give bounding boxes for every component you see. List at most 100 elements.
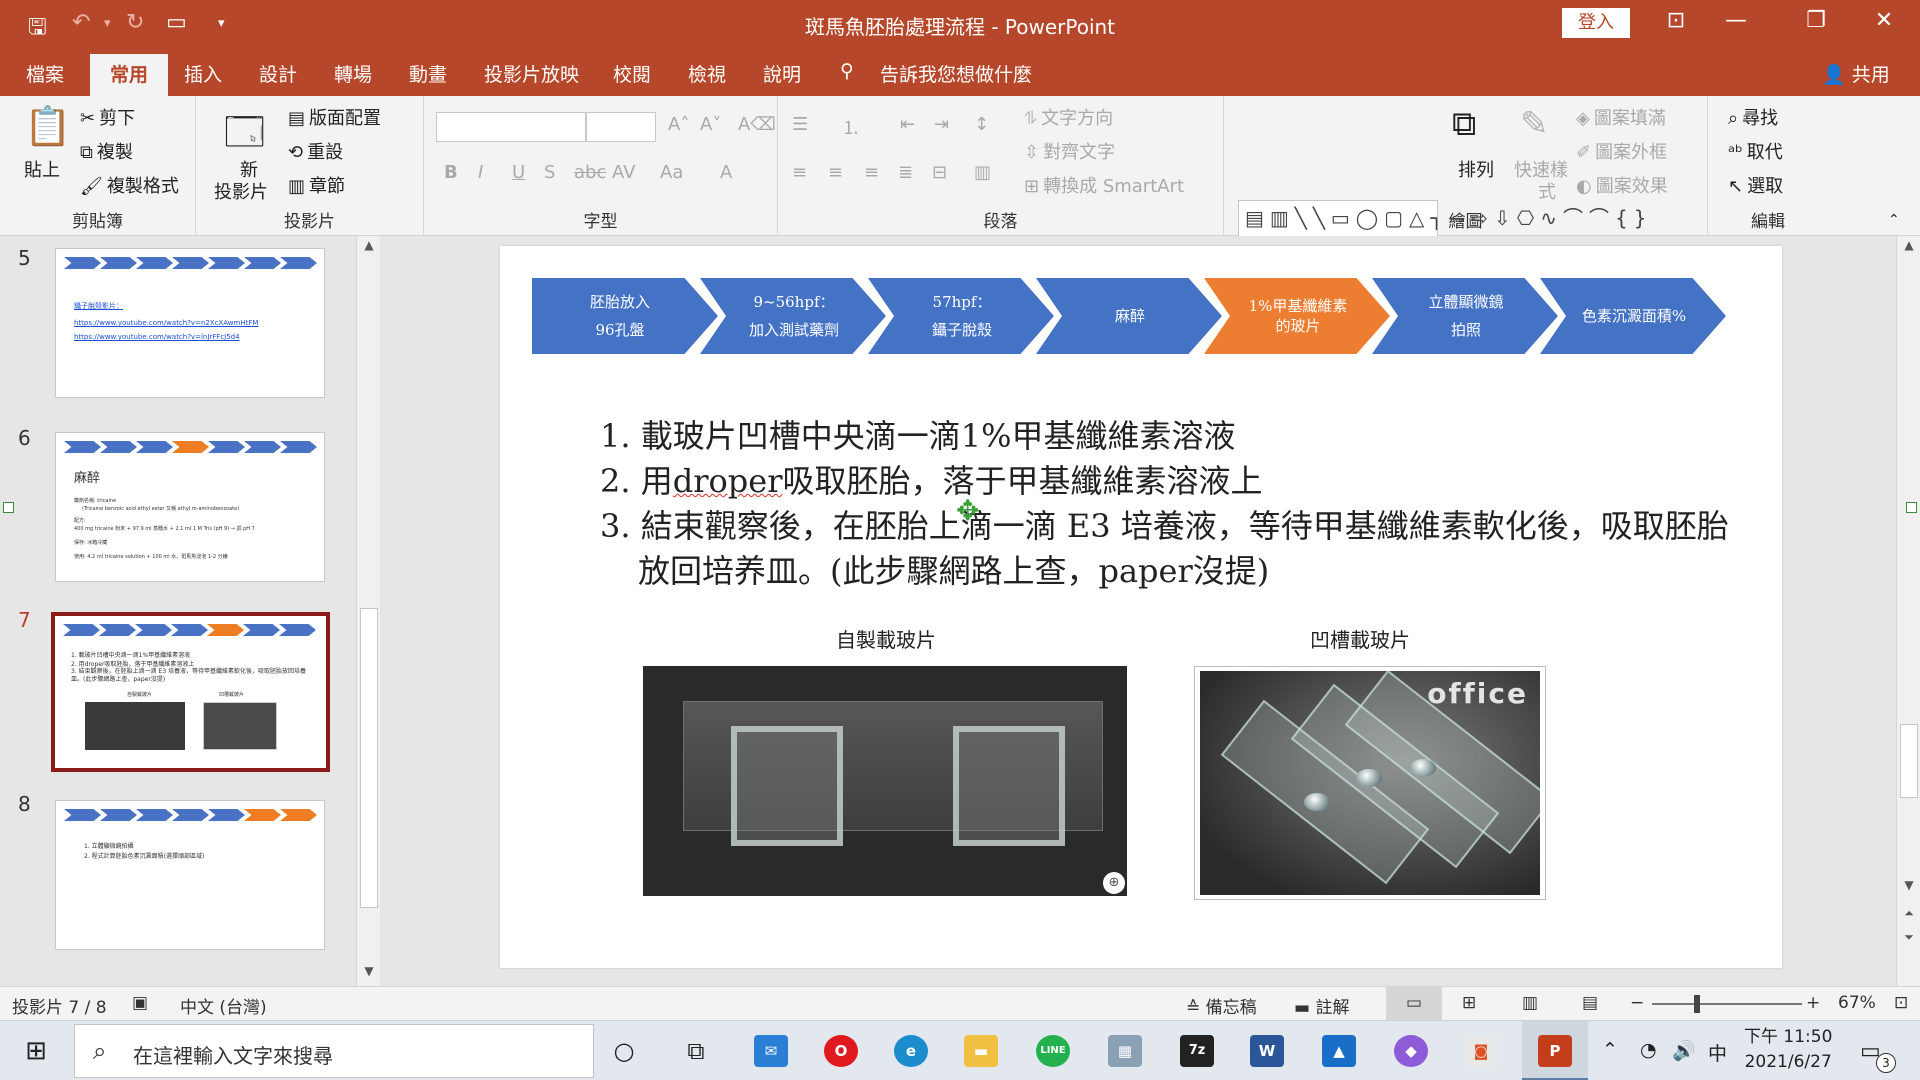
restore-icon[interactable]: ❐: [1796, 8, 1836, 33]
tab-design[interactable]: 設計: [259, 60, 297, 87]
zoom-out-icon[interactable]: −: [1630, 993, 1644, 1013]
flow-step-2[interactable]: 9~56hpf： 加入測試藥劑: [700, 278, 886, 354]
line-spacing-icon[interactable]: ↕: [974, 114, 989, 135]
login-button[interactable]: 登入: [1562, 8, 1630, 38]
align-center-icon[interactable]: ≡: [828, 162, 843, 183]
bold-icon[interactable]: B: [444, 162, 458, 183]
replace-button[interactable]: ᵃᵇ 取代: [1728, 138, 1783, 164]
current-slide[interactable]: 胚胎放入 96孔盤 9~56hpf： 加入測試藥劑 57hpf： 鑷子脫殼 麻醉…: [500, 246, 1782, 968]
arrange-icon[interactable]: ⧉: [1452, 104, 1476, 144]
cortana-icon[interactable]: ○: [604, 1033, 644, 1069]
flow-step-1[interactable]: 胚胎放入 96孔盤: [532, 278, 718, 354]
tab-help[interactable]: 說明: [763, 60, 801, 87]
shape-outline-button[interactable]: ✐ 圖案外框: [1576, 138, 1667, 164]
tab-home[interactable]: 常用: [90, 54, 169, 96]
tab-view[interactable]: 檢視: [688, 60, 726, 87]
ribbon-display-options-icon[interactable]: ⊡: [1656, 8, 1696, 33]
task-view-icon[interactable]: ⧉: [676, 1033, 716, 1069]
concave-slide-photo[interactable]: office: [1194, 666, 1546, 900]
selection-handle[interactable]: [3, 502, 14, 513]
shape-effects-button[interactable]: ◐ 圖案效果: [1576, 172, 1668, 198]
bullets-icon[interactable]: ☰: [792, 114, 808, 135]
reading-view-icon[interactable]: ▥: [1522, 993, 1538, 1013]
7zip-icon[interactable]: 7z: [1180, 1035, 1214, 1067]
photos-icon[interactable]: ▲: [1322, 1035, 1356, 1067]
font-size-combo[interactable]: [586, 112, 656, 142]
previous-slide-icon[interactable]: ⏶: [1897, 906, 1920, 926]
zoom-slider[interactable]: [1652, 995, 1802, 1013]
notes-button[interactable]: ≙ 備忘稿: [1186, 993, 1257, 1018]
layout-button[interactable]: ▤ 版面配置: [288, 104, 381, 130]
comments-button[interactable]: ▬ 註解: [1294, 993, 1349, 1018]
tab-file[interactable]: 檔案: [26, 60, 64, 87]
monitor-app-icon[interactable]: ▦: [1108, 1035, 1142, 1067]
flow-step-7[interactable]: 色素沉澱面積%: [1540, 278, 1726, 354]
scrollbar-thumb[interactable]: [360, 608, 378, 908]
italic-icon[interactable]: I: [478, 162, 483, 183]
find-button[interactable]: ⌕ 尋找: [1728, 104, 1778, 130]
zoom-in-icon[interactable]: +: [1806, 993, 1820, 1013]
increase-indent-icon[interactable]: ⇥: [934, 114, 949, 135]
flow-step-5[interactable]: 1%甲基纖維素 的玻片: [1204, 278, 1390, 354]
cut-button[interactable]: ✂ 剪下: [80, 104, 135, 130]
tab-animations[interactable]: 動畫: [409, 60, 447, 87]
font-color-icon[interactable]: A: [720, 162, 732, 183]
taskbar-search-box[interactable]: ⌕ 在這裡輸入文字來搜尋: [74, 1024, 594, 1078]
scroll-down-icon[interactable]: ▼: [357, 964, 381, 984]
slide-scrollbar[interactable]: ▲ ▼ ⏶ ⏷: [1896, 236, 1920, 986]
tell-me-search[interactable]: 告訴我您想做什麼: [880, 60, 1032, 87]
quick-styles-label-2[interactable]: 式: [1538, 178, 1556, 204]
quick-styles-icon[interactable]: ✎: [1520, 104, 1549, 144]
fit-slide-icon[interactable]: ⊡: [1894, 993, 1908, 1013]
word-icon[interactable]: W: [1250, 1035, 1284, 1067]
normal-view-icon[interactable]: ▭: [1386, 987, 1442, 1020]
taskbar-active-app[interactable]: P: [1522, 1021, 1588, 1080]
increase-font-icon[interactable]: A˄: [668, 114, 689, 135]
shadow-icon[interactable]: S: [544, 162, 555, 183]
text-direction-button[interactable]: ⥮ 文字方向: [1024, 104, 1113, 130]
network-icon[interactable]: ◔: [1640, 1039, 1657, 1061]
show-hidden-icons-icon[interactable]: ⌃: [1602, 1039, 1618, 1061]
layout-options-icon[interactable]: ⊕: [1103, 872, 1125, 894]
thumbnail-scrollbar[interactable]: ▲ ▼: [356, 236, 380, 986]
decrease-indent-icon[interactable]: ⇤: [900, 114, 915, 135]
align-text-button[interactable]: ⇳ 對齊文字: [1024, 138, 1115, 164]
scroll-down-icon[interactable]: ▼: [1897, 878, 1920, 898]
strikethrough-icon[interactable]: abc: [574, 162, 606, 183]
flow-step-3[interactable]: 57hpf： 鑷子脫殼: [868, 278, 1054, 354]
minimize-icon[interactable]: —: [1716, 8, 1756, 33]
slide-sorter-icon[interactable]: ⊞: [1462, 993, 1476, 1013]
mail-icon[interactable]: ✉: [754, 1035, 788, 1067]
share-button[interactable]: 👤 共用: [1822, 60, 1890, 87]
flow-step-6[interactable]: 立體顯微鏡 拍照: [1372, 278, 1558, 354]
line-icon[interactable]: LINE: [1036, 1035, 1070, 1067]
slide-thumbnail-6[interactable]: 麻醉 藥劑名稱: tricaine (Tricaine benzoic acid…: [55, 432, 325, 582]
tab-insert[interactable]: 插入: [184, 60, 222, 87]
columns-icon[interactable]: ▥: [974, 162, 991, 183]
zoom-slider-thumb[interactable]: [1694, 995, 1700, 1013]
decrease-font-icon[interactable]: A˅: [700, 114, 721, 135]
slide-thumbnail-5[interactable]: 鑷子脫殼影片： https://www.youtube.com/watch?v=…: [55, 248, 325, 398]
paint3d-icon[interactable]: ◆: [1394, 1035, 1428, 1067]
scroll-up-icon[interactable]: ▲: [357, 238, 381, 258]
distributed-icon[interactable]: ⊟: [932, 162, 947, 183]
smartart-button[interactable]: ⊞ 轉換成 SmartArt: [1024, 172, 1184, 198]
tab-transitions[interactable]: 轉場: [334, 60, 372, 87]
numbering-icon[interactable]: ⒈: [842, 114, 860, 140]
steps-textbox[interactable]: 1. 載玻片凹槽中央滴一滴1%甲基纖維素溶液 2. 用droper吸取胚胎，落于…: [600, 414, 1730, 594]
tab-review[interactable]: 校閱: [613, 60, 651, 87]
paste-icon[interactable]: 📋: [24, 104, 71, 149]
edge-icon[interactable]: e: [894, 1035, 928, 1067]
reset-button[interactable]: ⟲ 重設: [288, 138, 343, 164]
homemade-slide-photo[interactable]: ⊕: [643, 666, 1127, 896]
select-button[interactable]: ↖ 選取: [1728, 172, 1783, 198]
scrollbar-thumb[interactable]: [1900, 724, 1918, 798]
opera-icon[interactable]: O: [824, 1035, 858, 1067]
slideshow-view-icon[interactable]: ▤: [1582, 993, 1598, 1013]
align-left-icon[interactable]: ≡: [792, 162, 807, 183]
close-icon[interactable]: ✕: [1864, 8, 1904, 33]
next-slide-icon[interactable]: ⏷: [1897, 930, 1920, 950]
clock[interactable]: 下午 11:50 2021/6/27: [1744, 1025, 1832, 1075]
format-painter-button[interactable]: 🖌 複製格式: [80, 172, 179, 198]
flow-step-4[interactable]: 麻醉: [1036, 278, 1222, 354]
